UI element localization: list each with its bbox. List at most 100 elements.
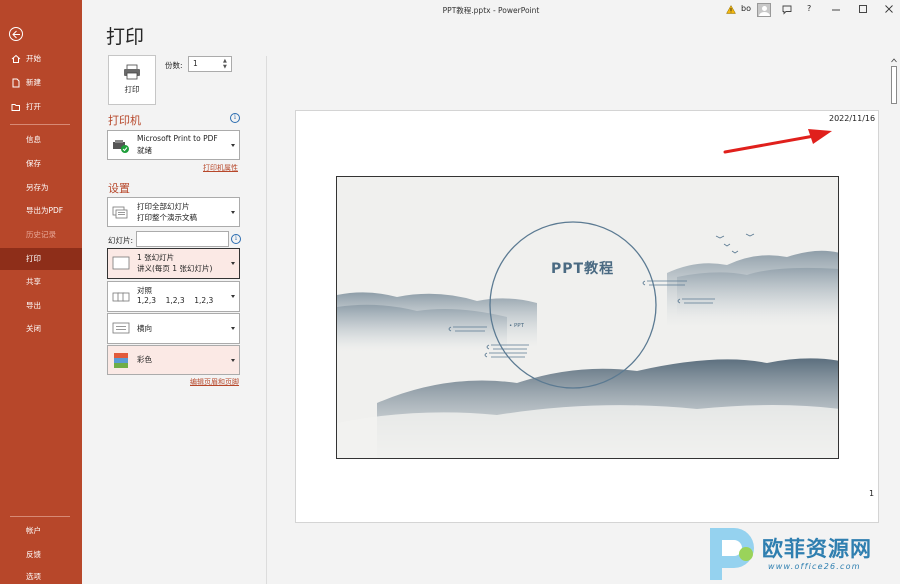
backstage-sidebar: 开始 新建 打开 信息 保存 另存为 导出为PDF 历史记录 打印 共享 导出 … — [0, 0, 82, 584]
collate-description: 1,2,3 1,2,3 1,2,3 — [137, 296, 214, 305]
sidebar-item-label: 信息 — [26, 135, 41, 144]
sidebar-item-export-pdf[interactable]: 导出为PDF — [0, 200, 82, 222]
sidebar-item-label: 反馈 — [26, 550, 41, 559]
watermark-url: www.office26.com — [768, 562, 861, 571]
color-label: 彩色 — [137, 355, 152, 364]
sidebar-item-print[interactable]: 打印 — [0, 248, 82, 270]
slide-title: PPT教程 — [551, 261, 615, 277]
color-dropdown[interactable]: 彩色 — [107, 345, 240, 375]
printer-status: 就绪 — [137, 146, 152, 155]
ink-landscape-illustration — [337, 221, 838, 458]
sidebar-item-label: 开始 — [26, 54, 41, 63]
comments-icon[interactable] — [782, 5, 792, 15]
sidebar-item-options[interactable]: 选项 — [0, 566, 82, 584]
collated-pages-icon — [112, 292, 130, 302]
print-button-label: 打印 — [124, 85, 140, 94]
sidebar-item-label: 共享 — [26, 277, 41, 286]
info-icon[interactable]: i — [230, 113, 240, 123]
copies-stepper[interactable]: 1 ▲ ▼ — [188, 56, 232, 72]
edit-header-footer-link[interactable]: 编辑页眉和页脚 — [190, 377, 239, 387]
watermark-text: 欧菲资源网 — [762, 537, 872, 561]
home-icon — [11, 54, 21, 63]
sidebar-item-save-as[interactable]: 另存为 — [0, 177, 82, 199]
sidebar-item-label: 导出为PDF — [26, 206, 64, 215]
slides-stack-icon — [112, 206, 128, 219]
sidebar-item-label: 新建 — [26, 78, 41, 87]
red-arrow-annotation — [723, 129, 832, 154]
sidebar-item-label: 导出 — [26, 301, 41, 310]
sidebar-item-label: 保存 — [26, 159, 41, 168]
copies-value: 1 — [193, 59, 198, 68]
panel-divider — [266, 56, 267, 584]
chevron-down-icon — [231, 295, 235, 298]
avatar[interactable] — [757, 3, 771, 17]
slides-input[interactable] — [136, 231, 229, 247]
sidebar-item-share[interactable]: 共享 — [0, 271, 82, 293]
back-arrow-icon[interactable] — [9, 27, 23, 41]
sidebar-item-close[interactable]: 关闭 — [0, 318, 82, 340]
slides-label: 幻灯片: — [108, 236, 134, 245]
chevron-down-icon — [231, 359, 235, 362]
layout-dropdown[interactable]: 1 张幻灯片 讲义(每页 1 张幻灯片) — [107, 248, 240, 279]
color-palette-icon — [114, 353, 128, 368]
print-range-dropdown[interactable]: 打印全部幻灯片 打印整个演示文稿 — [107, 197, 240, 227]
sidebar-item-label: 打开 — [26, 102, 41, 111]
slide-preview: PPT教程 • PPT — [336, 176, 839, 459]
sidebar-divider — [10, 124, 70, 125]
landscape-page-icon — [112, 322, 130, 334]
collate-label: 对照 — [137, 286, 152, 295]
printer-icon — [124, 64, 140, 80]
scroll-thumb[interactable] — [891, 66, 897, 104]
sidebar-item-feedback[interactable]: 反馈 — [0, 544, 82, 566]
sidebar-item-label: 选项 — [26, 572, 41, 581]
layout-description: 讲义(每页 1 张幻灯片) — [137, 264, 213, 273]
preview-date: 2022/11/16 — [829, 114, 876, 123]
sidebar-item-history: 历史记录 — [0, 224, 82, 246]
chevron-down-icon — [231, 262, 235, 265]
printer-section-title: 打印机 — [108, 114, 141, 127]
user-name[interactable]: bo — [741, 4, 751, 13]
print-button[interactable]: 打印 — [108, 55, 156, 105]
settings-section-title: 设置 — [108, 182, 130, 195]
window-title: PPT教程.pptx - PowerPoint — [442, 6, 540, 15]
new-file-icon — [12, 78, 20, 88]
orientation-dropdown[interactable]: 横向 — [107, 313, 240, 344]
maximize-icon[interactable] — [859, 5, 867, 13]
layout-label: 1 张幻灯片 — [137, 253, 175, 262]
close-icon[interactable] — [885, 5, 893, 13]
chevron-down-icon — [231, 327, 235, 330]
sidebar-item-save[interactable]: 保存 — [0, 153, 82, 175]
printer-properties-link[interactable]: 打印机属性 — [203, 163, 238, 173]
chevron-down-icon — [231, 211, 235, 214]
sidebar-item-label: 另存为 — [26, 183, 49, 192]
site-watermark: 欧菲资源网 www.office26.com — [700, 524, 900, 584]
sidebar-item-label: 历史记录 — [26, 230, 56, 239]
warning-icon[interactable] — [726, 5, 736, 14]
title-bar: PPT教程.pptx - PowerPoint — [82, 0, 900, 20]
sidebar-item-export[interactable]: 导出 — [0, 295, 82, 317]
sidebar-item-label: 打印 — [26, 254, 41, 263]
printer-dropdown[interactable]: Microsoft Print to PDF 就绪 — [107, 130, 240, 160]
chevron-down-icon — [231, 144, 235, 147]
sidebar-item-label: 关闭 — [26, 324, 41, 333]
scroll-up-icon[interactable] — [891, 58, 897, 63]
printer-ready-icon — [113, 140, 129, 153]
stepper-arrows[interactable]: ▲ ▼ — [223, 58, 229, 70]
sidebar-item-new[interactable]: 新建 — [0, 72, 82, 94]
minimize-icon[interactable] — [832, 6, 840, 14]
copies-label: 份数: — [165, 61, 183, 70]
sidebar-item-account[interactable]: 帐户 — [0, 520, 82, 542]
sidebar-item-info[interactable]: 信息 — [0, 129, 82, 151]
help-button[interactable]: ? — [807, 4, 811, 13]
orientation-label: 横向 — [137, 324, 152, 333]
sidebar-item-label: 帐户 — [26, 526, 41, 535]
collate-dropdown[interactable]: 对照 1,2,3 1,2,3 1,2,3 — [107, 281, 240, 312]
sidebar-item-home[interactable]: 开始 — [0, 48, 82, 70]
preview-scrollbar[interactable] — [889, 56, 900, 584]
print-range-label: 打印全部幻灯片 — [137, 202, 190, 211]
avatar-head — [762, 6, 767, 11]
info-icon[interactable]: i — [231, 234, 241, 244]
stepper-down-icon[interactable]: ▼ — [223, 64, 229, 70]
page-title: 打印 — [106, 26, 145, 48]
sidebar-item-open[interactable]: 打开 — [0, 96, 82, 118]
